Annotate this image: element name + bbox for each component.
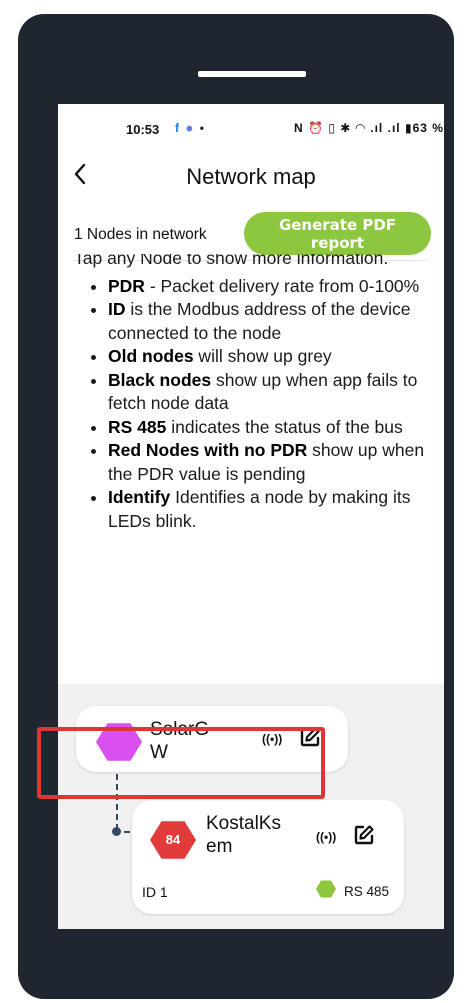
list-item: Identify Identifies a node by making its… [108,486,434,533]
connector-dot [112,827,121,836]
system-icons: N ⏰ ▯ ✱ ◠ .ıl .ıl ▮63 % [294,121,444,135]
list-item: Black nodes show up when app fails to fe… [108,369,434,416]
battery-icon: ▮ [404,121,413,135]
rs485-label: RS 485 [344,884,390,899]
node-pdr: 84 [165,832,181,847]
list-item: ID is the Modbus address of the device c… [108,298,434,345]
list-item: Red Nodes with no PDR show up when the P… [108,439,434,486]
wifi-icon: ◠ [355,121,366,135]
generate-pdf-report-button[interactable]: Generate PDF report [244,212,431,255]
network-map: SolarGW ((•)) 84 KostalKsem ((•)) ID 1 [58,684,444,929]
identify-icon[interactable]: ((•)) [316,830,336,844]
alarm-icon: ⏰ [308,121,324,135]
signal-icon-2: .ıl [387,121,401,135]
signal-icon: .ıl [370,121,384,135]
bluetooth-icon: ✱ [340,121,352,135]
node-connector [116,774,120,830]
node-id: ID 1 [142,884,168,900]
vibrate-icon: ▯ [328,121,336,135]
list-item: PDR - Packet delivery rate from 0-100% [108,275,434,299]
status-bar: 10:53 f ⦁ • N ⏰ ▯ ✱ ◠ .ıl .ıl ▮63 % [58,104,444,150]
node-card-kostalksem[interactable]: 84 KostalKs em ((•)) ID 1 RS 485 [132,800,404,914]
battery-level: 63 % [412,121,444,135]
node-hexagon-icon [96,723,142,761]
info-panel[interactable]: Tap any Node to show more information. P… [74,254,434,684]
info-intro: Tap any Node to show more information. [74,254,389,268]
page-title: Network map [186,164,316,189]
node-name: SolarG W [150,719,210,763]
nodes-count: 1 Nodes in network [74,226,207,243]
info-list: PDR - Packet delivery rate from 0-100% I… [74,275,434,534]
node-card-solargw[interactable]: SolarG W ((•)) [76,706,348,772]
node-name: KostalKs em [206,813,281,857]
list-item: Old nodes will show up grey [108,345,434,369]
edit-icon[interactable] [352,823,376,847]
list-item: RS 485 indicates the status of the bus [108,416,434,440]
edit-icon[interactable] [298,725,322,749]
drag-handle[interactable] [198,71,306,77]
identify-icon[interactable]: ((•)) [262,732,282,746]
notification-icons: f ⦁ • [175,121,206,135]
node-pdr-hexagon-icon: 84 [150,821,196,859]
rs485-status-icon [316,880,336,898]
status-time: 10:53 [126,122,160,137]
app-screen: 10:53 f ⦁ • N ⏰ ▯ ✱ ◠ .ıl .ıl ▮63 % Netw… [58,104,444,929]
connector-dash [124,831,130,833]
nfc-icon: N [294,121,304,135]
